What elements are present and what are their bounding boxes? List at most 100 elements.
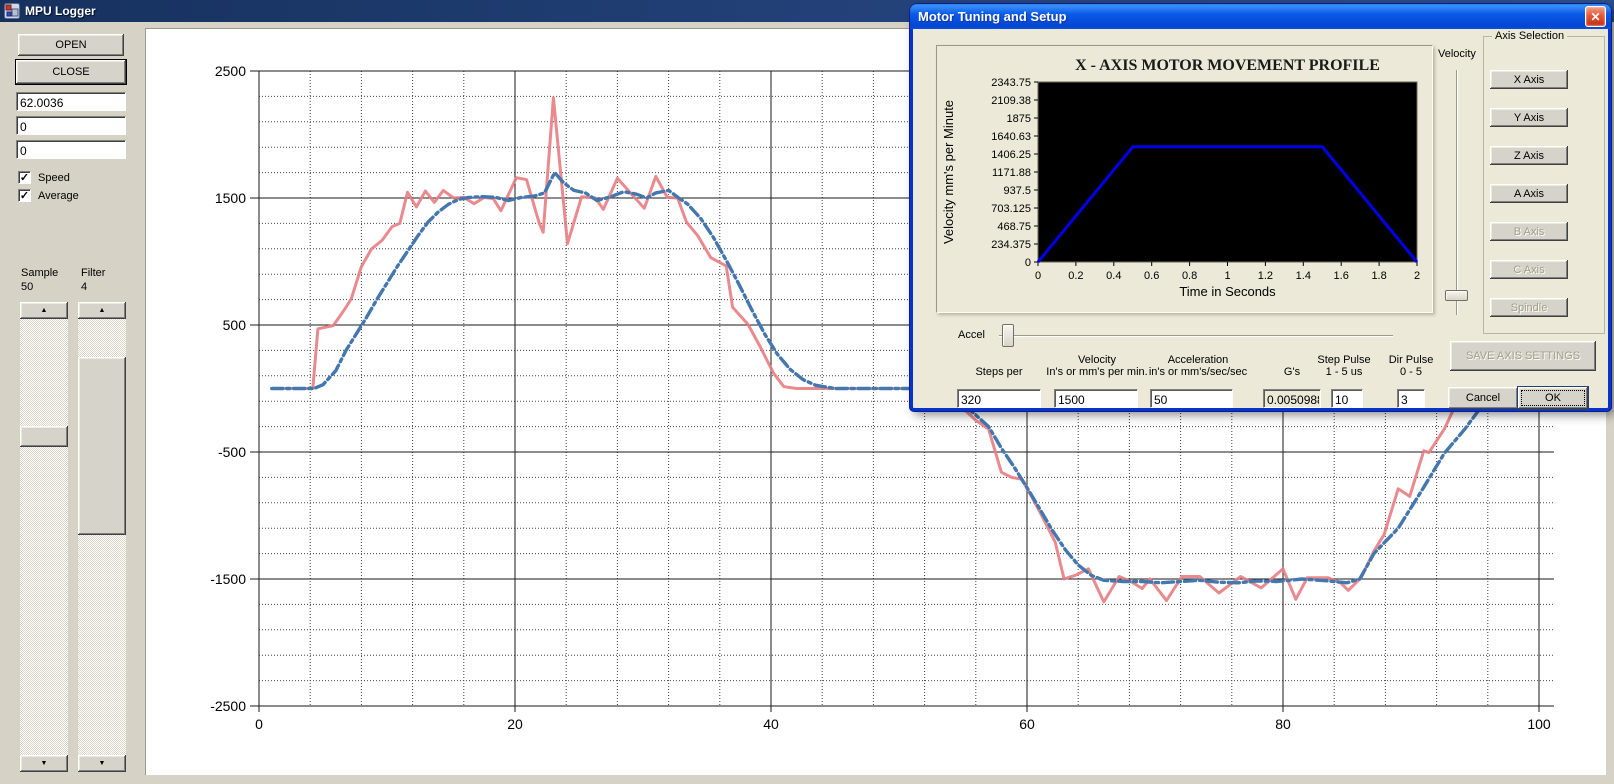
svg-text:0.6: 0.6 — [1144, 270, 1159, 282]
svg-text:-2500: -2500 — [210, 698, 246, 714]
svg-text:-1500: -1500 — [210, 571, 246, 587]
app-icon — [4, 3, 20, 19]
svg-text:1.2: 1.2 — [1258, 270, 1273, 282]
svg-text:40: 40 — [763, 716, 779, 732]
svg-text:1406.25: 1406.25 — [991, 149, 1031, 161]
svg-text:2343.75: 2343.75 — [991, 77, 1031, 89]
step-pulse-sublabel: 1 - 5 us — [1325, 366, 1363, 378]
svg-text:234.375: 234.375 — [991, 239, 1031, 251]
velocity-slider-label: Velocity — [1438, 48, 1476, 60]
dir-pulse-sublabel: 0 - 5 — [1399, 366, 1422, 378]
accel-slider-label: Accel — [958, 329, 985, 341]
filter-value: 4 — [81, 281, 88, 293]
value-input-1[interactable] — [16, 92, 126, 111]
accel-slider-thumb[interactable] — [1002, 324, 1014, 347]
filter-scroll-thumb[interactable] — [78, 357, 126, 535]
svg-text:0.8: 0.8 — [1182, 270, 1197, 282]
svg-text:20: 20 — [507, 716, 523, 732]
velocity-slider-track[interactable] — [1456, 70, 1458, 315]
sample-value: 50 — [21, 281, 34, 293]
save-axis-settings-button: SAVE AXIS SETTINGS — [1450, 341, 1596, 371]
sample-scrollbar[interactable]: ▲ ▼ — [20, 302, 68, 772]
axis-selection-legend: Axis Selection — [1492, 30, 1568, 42]
motor-tuning-dialog[interactable]: Motor Tuning and Setup ✕ X - AXIS MOTOR … — [910, 4, 1611, 411]
svg-text:1.4: 1.4 — [1296, 270, 1311, 282]
svg-text:1640.63: 1640.63 — [991, 131, 1031, 143]
velocity-field-label: Velocity — [1078, 354, 1116, 366]
svg-text:0.2: 0.2 — [1068, 270, 1083, 282]
svg-text:Velocity mm's per Minute: Velocity mm's per Minute — [941, 100, 956, 244]
dir-pulse-input[interactable] — [1397, 389, 1425, 408]
svg-text:Time in Seconds: Time in Seconds — [1179, 284, 1276, 299]
dialog-title: Motor Tuning and Setup — [918, 9, 1067, 24]
a-axis-button[interactable]: A Axis — [1490, 184, 1568, 203]
ok-button[interactable]: OK — [1518, 387, 1588, 409]
cancel-button[interactable]: Cancel — [1448, 387, 1518, 409]
filter-scroll-up-button[interactable]: ▲ — [78, 302, 126, 319]
sample-scroll-track[interactable] — [20, 319, 68, 755]
z-axis-button[interactable]: Z Axis — [1490, 146, 1568, 165]
close-button[interactable]: CLOSE — [16, 60, 126, 84]
average-checkbox[interactable]: ✓ — [18, 189, 31, 202]
velocity-input[interactable] — [1054, 389, 1138, 408]
filter-scroll-down-button[interactable]: ▼ — [78, 755, 126, 772]
speed-checkbox[interactable]: ✓ — [18, 171, 31, 184]
arrow-up-icon: ▲ — [98, 307, 106, 314]
value-input-2[interactable] — [16, 116, 126, 135]
speed-checkbox-label: Speed — [38, 172, 70, 184]
svg-text:1.6: 1.6 — [1334, 270, 1349, 282]
y-axis-button[interactable]: Y Axis — [1490, 108, 1568, 127]
svg-text:1.8: 1.8 — [1371, 270, 1386, 282]
arrow-down-icon: ▼ — [98, 760, 106, 767]
svg-text:1875: 1875 — [1007, 113, 1031, 125]
svg-text:-500: -500 — [218, 444, 246, 460]
velocity-slider-thumb[interactable] — [1445, 290, 1468, 301]
arrow-down-icon: ▼ — [40, 760, 48, 767]
svg-text:0.4: 0.4 — [1106, 270, 1121, 282]
svg-text:100: 100 — [1527, 716, 1551, 732]
dialog-titlebar[interactable]: Motor Tuning and Setup ✕ — [910, 4, 1611, 29]
dir-pulse-label: Dir Pulse — [1388, 354, 1434, 366]
open-button[interactable]: OPEN — [18, 34, 124, 56]
accel-slider-track[interactable] — [999, 335, 1393, 337]
x-axis-button[interactable]: X Axis — [1490, 70, 1568, 89]
filter-scrollbar[interactable]: ▲ ▼ — [78, 302, 126, 772]
c-axis-button: C Axis — [1490, 260, 1568, 279]
screen: { "icons": { "arrow_up": "▲", "arrow_dow… — [0, 0, 1614, 784]
sample-scroll-up-button[interactable]: ▲ — [20, 302, 68, 319]
svg-text:X - AXIS MOTOR MOVEMENT PROFIL: X - AXIS MOTOR MOVEMENT PROFILE — [1075, 57, 1380, 74]
average-checkbox-label: Average — [38, 190, 79, 202]
acceleration-field-label: Acceleration — [1167, 354, 1229, 366]
close-icon[interactable]: ✕ — [1585, 6, 1606, 27]
motor-profile-chart-canvas: X - AXIS MOTOR MOVEMENT PROFILE 2343.75 21… — [936, 45, 1433, 313]
svg-text:703.125: 703.125 — [991, 203, 1031, 215]
svg-text:60: 60 — [1019, 716, 1035, 732]
svg-text:2: 2 — [1414, 270, 1420, 282]
sample-label: Sample — [21, 267, 59, 279]
steps-per-input[interactable] — [957, 389, 1041, 408]
acceleration-field-sublabel: in's or mm's/sec/sec — [1148, 366, 1248, 378]
acceleration-input[interactable] — [1150, 389, 1233, 408]
spindle-button: Spindle — [1490, 298, 1568, 317]
svg-text:1500: 1500 — [215, 190, 246, 206]
steps-per-label: Steps per — [975, 366, 1023, 378]
gs-field — [1263, 389, 1321, 408]
checkmark-icon: ✓ — [19, 171, 30, 184]
window-title: MPU Logger — [25, 4, 96, 18]
svg-text:1: 1 — [1224, 270, 1230, 282]
sample-scroll-down-button[interactable]: ▼ — [20, 755, 68, 772]
checkmark-icon: ✓ — [19, 189, 30, 202]
value-input-3[interactable] — [16, 140, 126, 159]
svg-text:0: 0 — [1035, 270, 1041, 282]
motor-profile-chart-svg: X - AXIS MOTOR MOVEMENT PROFILE2343.7521… — [941, 57, 1420, 299]
velocity-field-sublabel: In's or mm's per min. — [1046, 366, 1148, 378]
svg-text:1171.88: 1171.88 — [992, 167, 1031, 179]
svg-text:2109.38: 2109.38 — [991, 95, 1031, 107]
svg-text:2500: 2500 — [215, 63, 246, 79]
filter-scroll-track[interactable] — [78, 319, 126, 755]
svg-text:500: 500 — [223, 317, 247, 333]
svg-text:0: 0 — [1025, 257, 1031, 269]
svg-text:80: 80 — [1275, 716, 1291, 732]
sample-scroll-thumb[interactable] — [20, 426, 68, 447]
step-pulse-input[interactable] — [1331, 389, 1363, 408]
